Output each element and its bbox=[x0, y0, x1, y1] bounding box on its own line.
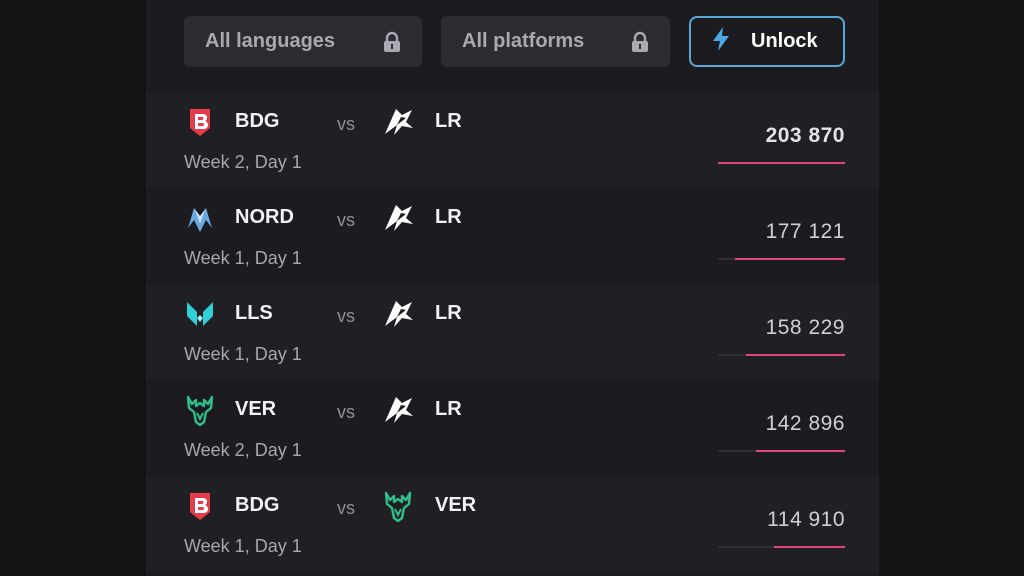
lls-logo-icon bbox=[184, 298, 216, 330]
match-row[interactable]: VER vs LR Week 2, Day 1 142 896 bbox=[146, 380, 879, 476]
vs-label: vs bbox=[337, 114, 355, 134]
away-team-name: LR bbox=[435, 206, 462, 228]
lock-icon bbox=[630, 31, 650, 53]
platform-filter[interactable]: All platforms bbox=[441, 16, 670, 67]
ver-logo-icon bbox=[184, 394, 216, 427]
peak-viewers: 114 910 bbox=[767, 508, 845, 531]
viewers-bar-fill bbox=[773, 546, 845, 548]
filter-bar: All languages All platforms Unlock bbox=[146, 0, 879, 86]
match-date: Week 1, Day 1 bbox=[184, 248, 302, 268]
home-team-name: LLS bbox=[235, 302, 273, 324]
match-row[interactable]: NORD vs LR Week 1, Day 1 177 121 bbox=[146, 188, 879, 284]
vs-label: vs bbox=[337, 210, 355, 230]
lock-icon bbox=[382, 31, 402, 53]
lr-logo-icon bbox=[382, 106, 414, 138]
lightning-icon bbox=[711, 26, 731, 58]
viewers-bar-fill bbox=[756, 450, 845, 452]
viewers-bar-fill bbox=[718, 162, 845, 164]
nord-logo-icon bbox=[184, 202, 216, 234]
match-date: Week 2, Day 1 bbox=[184, 152, 302, 172]
match-list: BDG vs LR Week 2, Day 1 203 870 NORD vs LR Week … bbox=[146, 92, 879, 572]
viewers-bar-track bbox=[718, 450, 845, 452]
match-row[interactable]: BDG vs VER Week 1, Day 1 114 910 bbox=[146, 476, 879, 572]
match-date: Week 1, Day 1 bbox=[184, 536, 302, 556]
vs-label: vs bbox=[337, 498, 355, 518]
match-row[interactable]: BDG vs LR Week 2, Day 1 203 870 bbox=[146, 92, 879, 188]
home-team-name: BDG bbox=[235, 110, 280, 132]
match-date: Week 2, Day 1 bbox=[184, 440, 302, 460]
peak-viewers: 177 121 bbox=[765, 220, 845, 243]
viewers-bar-track bbox=[718, 354, 845, 356]
away-team-name: VER bbox=[435, 494, 477, 516]
peak-viewers: 142 896 bbox=[765, 412, 845, 435]
bdg-logo-icon bbox=[184, 106, 216, 138]
viewers-bar-track bbox=[718, 162, 845, 164]
lr-logo-icon bbox=[382, 298, 414, 330]
home-team-name: BDG bbox=[235, 494, 280, 516]
viewers-bar-track bbox=[718, 546, 845, 548]
away-team-name: LR bbox=[435, 302, 462, 324]
match-date: Week 1, Day 1 bbox=[184, 344, 302, 364]
home-team-name: NORD bbox=[235, 206, 294, 228]
away-team-name: LR bbox=[435, 110, 462, 132]
lr-logo-icon bbox=[382, 202, 414, 234]
viewers-bar-fill bbox=[734, 258, 845, 260]
unlock-button[interactable]: Unlock bbox=[689, 16, 845, 67]
peak-viewers: 158 229 bbox=[765, 316, 845, 339]
vs-label: vs bbox=[337, 402, 355, 422]
language-filter[interactable]: All languages bbox=[184, 16, 422, 67]
matches-panel: All languages All platforms Unlock BDG vs… bbox=[146, 0, 879, 576]
match-row[interactable]: LLS vs LR Week 1, Day 1 158 229 bbox=[146, 284, 879, 380]
unlock-label: Unlock bbox=[751, 30, 818, 52]
platform-filter-label: All platforms bbox=[462, 30, 585, 52]
vs-label: vs bbox=[337, 306, 355, 326]
away-team-name: LR bbox=[435, 398, 462, 420]
ver-logo-icon bbox=[382, 490, 414, 523]
viewers-bar-track bbox=[718, 258, 845, 260]
home-team-name: VER bbox=[235, 398, 277, 420]
viewers-bar-fill bbox=[745, 354, 845, 356]
lr-logo-icon bbox=[382, 394, 414, 426]
bdg-logo-icon bbox=[184, 490, 216, 522]
peak-viewers: 203 870 bbox=[765, 124, 845, 147]
language-filter-label: All languages bbox=[205, 30, 336, 52]
